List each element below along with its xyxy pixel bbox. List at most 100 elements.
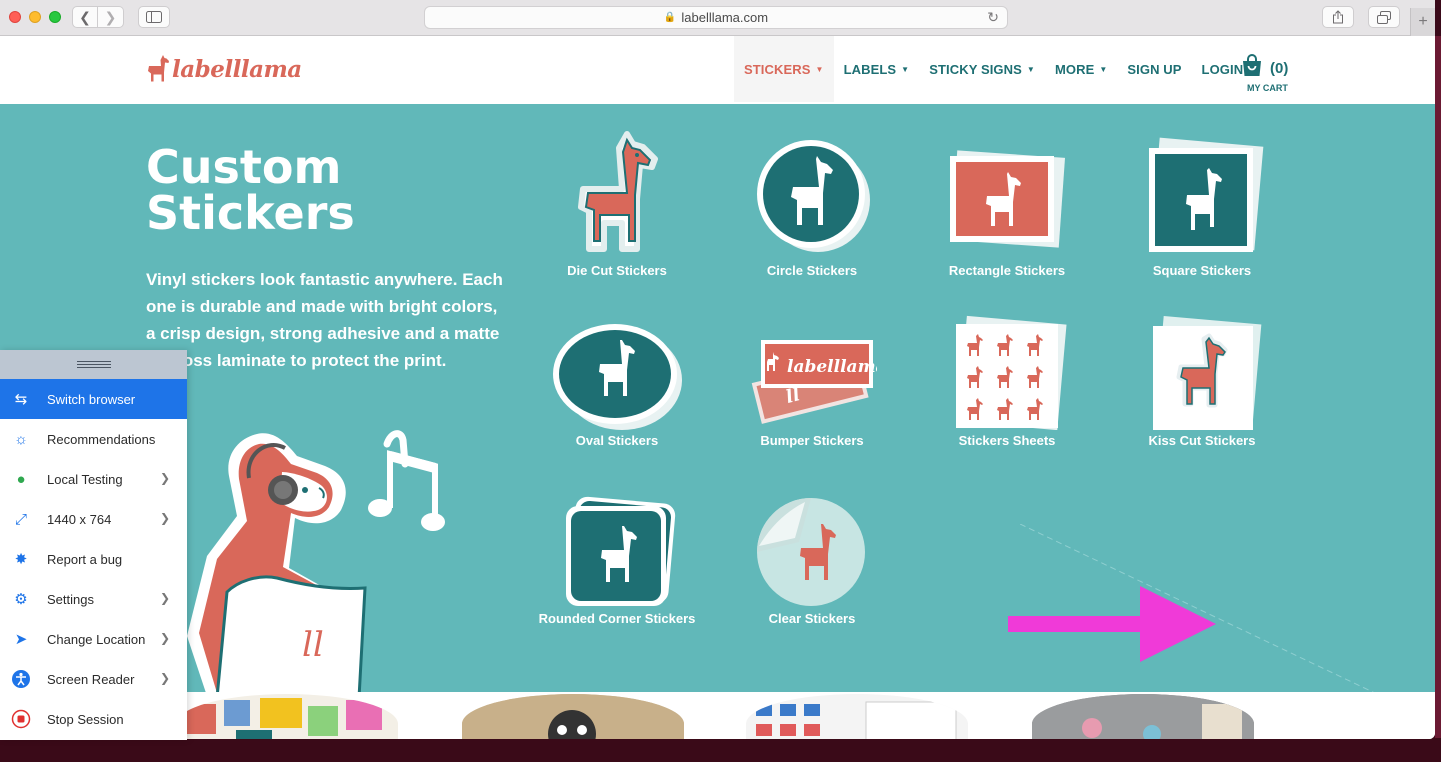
switch-arrows-icon: ⇆	[14, 391, 28, 408]
desktop-background-bottom	[0, 738, 1441, 762]
nav-labels[interactable]: LABELS ▼	[834, 36, 920, 102]
desktop-background	[1435, 36, 1441, 762]
share-icon	[1333, 10, 1343, 24]
hero-description: Vinyl stickers look fantastic anywhere. …	[146, 270, 503, 370]
chevron-right-icon: ❯	[159, 471, 170, 485]
product-rectangle-stickers[interactable]: Rectangle Stickers	[917, 144, 1097, 277]
product-oval-stickers[interactable]: Oval Stickers	[527, 320, 707, 447]
cart-button[interactable]: (0) MY CART	[1240, 52, 1300, 96]
nav-label: LOGIN	[1201, 61, 1244, 77]
tool-label: Recommendations	[47, 431, 156, 447]
product-rounded-corner-stickers[interactable]: Rounded Corner Stickers	[527, 496, 707, 625]
sticker-sheet-photo[interactable]	[746, 694, 968, 739]
lightbulb-icon: ☼	[14, 430, 28, 448]
headphone-llama-illustration: ll	[187, 430, 445, 692]
caret-down-icon: ▼	[815, 64, 824, 74]
testing-tool-panel: ⇆ Switch browser ☼ Recommendations ● Loc…	[0, 350, 187, 740]
product-label: Rectangle Stickers	[948, 263, 1066, 278]
nav-stickers[interactable]: STICKERS ▼	[734, 36, 834, 102]
robot-sticker-image[interactable]	[462, 694, 684, 739]
sticker-sheet-icon	[956, 315, 1067, 430]
product-die-cut-stickers[interactable]: Die Cut Stickers	[527, 128, 707, 277]
tool-label: Screen Reader	[47, 671, 135, 687]
tool-recommendations[interactable]: ☼ Recommendations	[0, 419, 187, 459]
tool-label: Settings	[47, 591, 94, 607]
tool-settings[interactable]: ⚙ Settings ❯	[0, 579, 187, 619]
kiss-cut-sticker-icon	[1153, 316, 1262, 430]
product-clear-stickers[interactable]: Clear Stickers	[722, 496, 902, 625]
address-bar[interactable]: 🔒 labelllama.com ↻	[424, 6, 1008, 29]
site-logo[interactable]: labelllama	[146, 54, 302, 84]
product-bumper-stickers[interactable]: ll labelllama Bumper Stickers	[722, 330, 902, 447]
tool-label: Local Testing	[47, 471, 123, 487]
tool-switch-browser[interactable]: ⇆ Switch browser	[0, 379, 187, 419]
share-button[interactable]	[1322, 6, 1354, 28]
resize-icon: ⤢	[14, 510, 27, 528]
lock-icon: 🔒	[663, 12, 677, 23]
product-stickers-sheets[interactable]: Stickers Sheets	[917, 314, 1097, 447]
panel-drag-handle[interactable]	[0, 350, 187, 379]
sticker-collage-image[interactable]	[176, 694, 398, 739]
hero-title: Custom Stickers	[146, 140, 355, 240]
rounded-corner-sticker-icon	[566, 496, 676, 606]
bug-icon: ✸	[14, 551, 28, 568]
caret-down-icon: ▼	[1099, 64, 1108, 74]
product-circle-stickers[interactable]: Circle Stickers	[722, 134, 902, 277]
tabs-icon	[1377, 10, 1391, 24]
location-arrow-icon: ➤	[14, 631, 28, 648]
tool-label: Report a bug	[47, 551, 123, 567]
tool-label: Stop Session	[47, 711, 124, 727]
robot-icon	[462, 694, 684, 739]
sticker-collage-icon	[186, 698, 382, 739]
llama-logo-icon	[148, 55, 169, 82]
product-label: Bumper Stickers	[760, 433, 864, 448]
hero-section: Custom Stickers Vinyl stickers look fant…	[0, 104, 1435, 692]
tool-resolution[interactable]: ⤢ 1440 x 764 ❯	[0, 499, 187, 539]
chevron-right-icon: ❯	[104, 8, 117, 25]
web-page: labelllama STICKERS ▼ LABELS ▼ STICKY SIGN…	[0, 36, 1435, 739]
nav-more[interactable]: MORE ▼	[1045, 36, 1117, 102]
reload-icon[interactable]: ↻	[987, 9, 999, 26]
tool-report-bug[interactable]: ✸ Report a bug	[0, 539, 187, 579]
fridge-magnet-image[interactable]	[1032, 694, 1254, 739]
close-window-button[interactable]	[9, 11, 21, 23]
chevron-right-icon: ❯	[159, 591, 170, 605]
cart-label: MY CART	[1247, 83, 1288, 93]
forward-button[interactable]: ❯	[98, 6, 124, 28]
nav-label: MORE	[1054, 61, 1095, 77]
bumper-text: labelllama	[787, 357, 877, 377]
tool-label: Change Location	[47, 631, 146, 647]
product-label: Stickers Sheets	[958, 433, 1056, 448]
chevron-left-icon: ❮	[79, 8, 91, 25]
fullscreen-window-button[interactable]	[49, 11, 61, 23]
square-sticker-icon	[1149, 137, 1264, 252]
grip-icon	[76, 361, 111, 368]
product-kiss-cut-stickers[interactable]: Kiss Cut Stickers	[1112, 314, 1292, 447]
url-text: labelllama.com	[681, 10, 769, 25]
product-label: Circle Stickers	[766, 263, 858, 278]
browser-toolbar: ❮ ❯ 🔒 labelllama.com ↻ +	[0, 0, 1435, 36]
product-label: Oval Stickers	[575, 433, 659, 448]
tool-stop-session[interactable]: Stop Session	[0, 699, 187, 739]
product-square-stickers[interactable]: Square Stickers	[1112, 134, 1292, 277]
back-button[interactable]: ❮	[72, 6, 98, 28]
apron-text: ll	[302, 625, 324, 665]
sidebar-icon	[146, 11, 162, 23]
nav-sticky-signs[interactable]: STICKY SIGNS ▼	[919, 36, 1045, 102]
local-testing-icon: ●	[16, 470, 26, 488]
new-tab-button[interactable]: +	[1410, 8, 1435, 36]
tab-overview-button[interactable]	[1368, 6, 1400, 28]
product-label: Square Stickers	[1152, 263, 1252, 278]
nav-label: STICKERS	[744, 61, 811, 77]
clear-sticker-icon	[757, 498, 865, 606]
sidebar-toggle-button[interactable]	[138, 6, 170, 28]
tool-screen-reader[interactable]: Screen Reader ❯	[0, 659, 187, 699]
nav-label: SIGN UP	[1127, 61, 1182, 77]
minimize-window-button[interactable]	[29, 11, 41, 23]
product-label: Clear Stickers	[768, 611, 856, 626]
nav-label: LABELS	[843, 61, 897, 77]
nav-sign-up[interactable]: SIGN UP	[1117, 36, 1191, 102]
tool-change-location[interactable]: ➤ Change Location ❯	[0, 619, 187, 659]
nav-label: STICKY SIGNS	[929, 61, 1022, 77]
tool-local-testing[interactable]: ● Local Testing ❯	[0, 459, 187, 499]
